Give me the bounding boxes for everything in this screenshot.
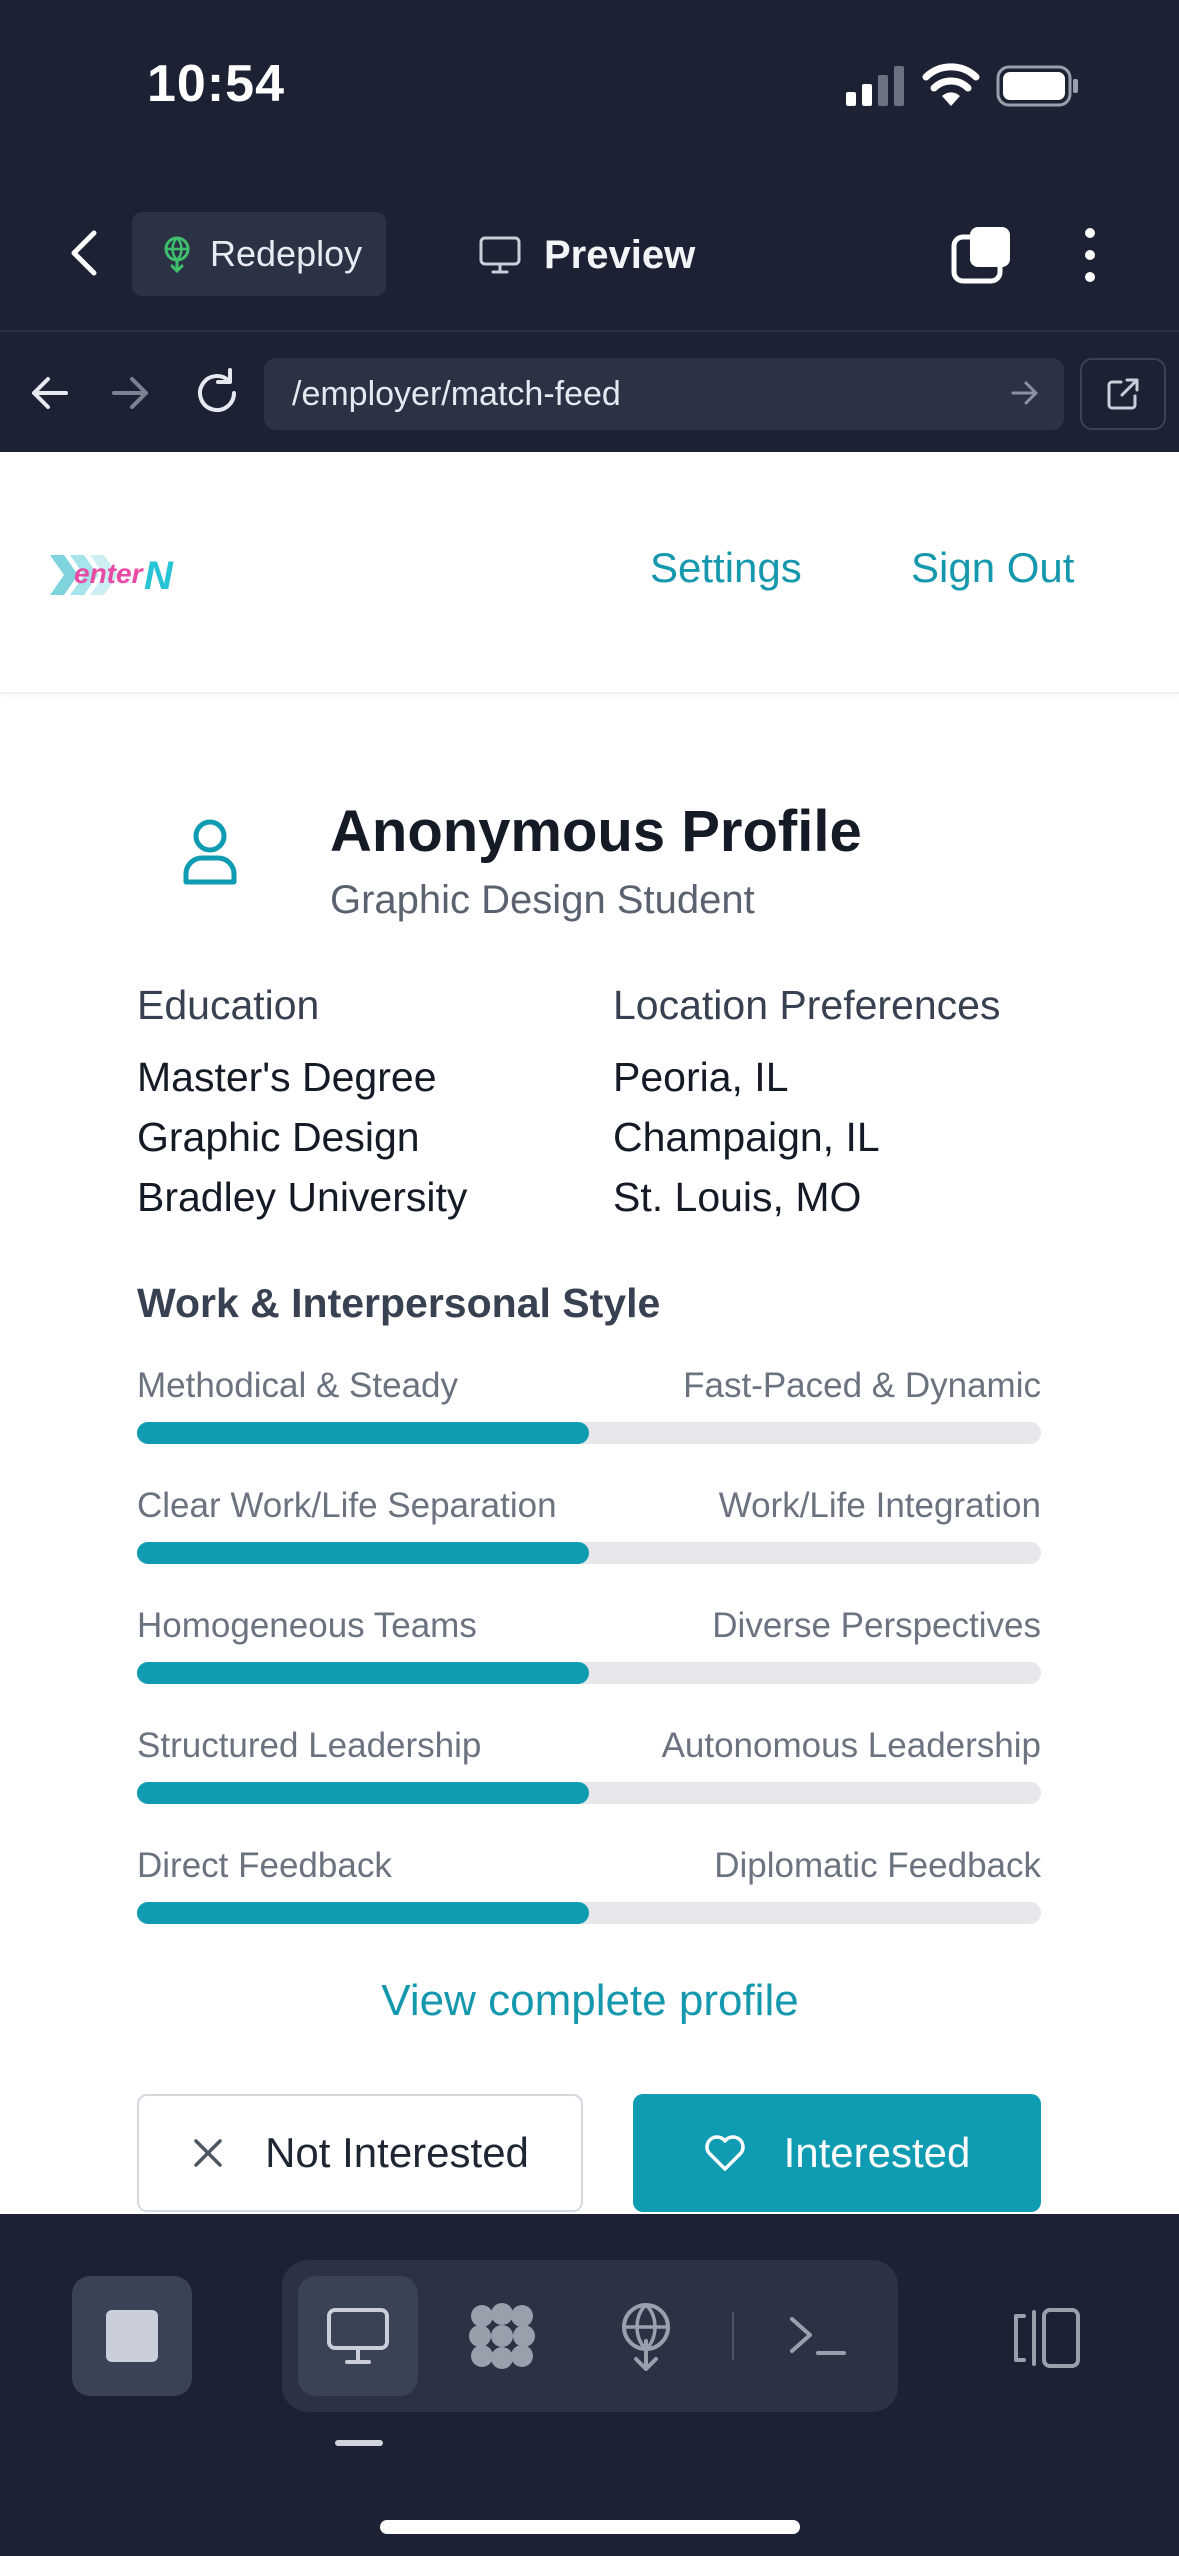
trait-left-label: Methodical & Steady [137,1366,459,1405]
tabs-switcher-icon[interactable] [950,225,1014,285]
dock-tool-group [282,2260,898,2412]
site-header: enter N Settings Sign Out [0,452,1179,694]
trait-fill [137,1782,589,1804]
trait-slider: Methodical & Steady Fast-Paced & Dynamic [137,1366,1041,1466]
work-style-heading: Work & Interpersonal Style [137,1280,661,1326]
close-x-icon [194,2139,222,2167]
trait-slider: Structured Leadership Autonomous Leaders… [137,1726,1041,1826]
profile-subtitle: Graphic Design Student [330,878,755,922]
trait-right-label: Diverse Perspectives [712,1606,1041,1645]
reload-icon[interactable] [190,366,244,420]
education-heading: Education [137,982,320,1028]
interested-button[interactable]: Interested [633,2094,1041,2212]
trait-fill [137,1422,589,1444]
profile-card: Anonymous Profile Graphic Design Student… [80,734,1100,2214]
trait-fill [137,1902,589,1924]
interested-label: Interested [783,2129,971,2176]
dock-preview-button[interactable] [298,2276,418,2396]
url-text: /employer/match-feed [292,374,621,413]
view-complete-profile-link[interactable]: View complete profile [80,1976,1100,2026]
trait-fill [137,1542,589,1564]
dock-separator [732,2312,734,2360]
settings-link[interactable]: Settings [650,544,802,592]
heart-icon [704,2135,745,2171]
not-interested-label: Not Interested [265,2129,529,2176]
status-bar: 10:54 [0,0,1179,175]
svg-text:N: N [144,554,174,598]
trait-left-label: Homogeneous Teams [137,1606,477,1645]
trait-track [137,1902,1041,1924]
wifi-icon [922,63,980,106]
user-avatar-icon [183,819,237,885]
nav-forward-arrow-icon[interactable] [108,370,154,416]
location-item: St. Louis, MO [613,1174,862,1220]
trait-slider: Direct Feedback Diplomatic Feedback [137,1846,1041,1946]
redeploy-label: Redeploy [210,233,363,274]
dock-deploy-button[interactable] [586,2276,706,2396]
stop-button[interactable] [72,2276,192,2396]
bottom-dock [0,2214,1179,2556]
trait-track [137,1662,1041,1684]
nav-back-arrow-icon[interactable] [26,370,72,416]
trait-track [137,1542,1041,1564]
terminal-prompt-icon [790,2317,846,2355]
redeploy-button[interactable]: Redeploy [132,212,386,296]
education-degree: Master's Degree [137,1054,437,1100]
active-tab-indicator [335,2440,383,2446]
trait-right-label: Diplomatic Feedback [714,1846,1041,1885]
trait-left-label: Clear Work/Life Separation [137,1486,557,1525]
battery-icon [996,65,1078,107]
trait-track [137,1422,1041,1444]
monitor-icon [327,2308,389,2364]
trait-left-label: Direct Feedback [137,1846,392,1885]
browser-url-bar: /employer/match-feed [0,330,1179,452]
trait-left-label: Structured Leadership [137,1726,482,1765]
preview-label: Preview [544,232,696,277]
status-time: 10:54 [147,55,285,113]
url-input[interactable]: /employer/match-feed [264,358,1064,430]
trait-track [137,1782,1041,1804]
home-indicator[interactable] [380,2520,800,2534]
dock-workflows-button[interactable] [442,2276,562,2396]
location-item: Champaign, IL [613,1114,880,1160]
trait-slider: Clear Work/Life Separation Work/Life Int… [137,1486,1041,1586]
dock-shell-button[interactable] [758,2276,878,2396]
trait-right-label: Work/Life Integration [718,1486,1041,1525]
go-arrow-icon[interactable] [1010,378,1040,408]
location-heading: Location Preferences [613,982,1001,1028]
external-link-icon [1107,378,1139,410]
education-school: Bradley University [137,1174,468,1220]
deploy-globe-icon [622,2303,670,2371]
app-toolbar: Redeploy Preview [0,175,1179,330]
trait-right-label: Autonomous Leadership [661,1726,1041,1765]
location-item: Peoria, IL [613,1054,789,1100]
trait-slider: Homogeneous Teams Diverse Perspectives [137,1606,1041,1706]
trait-right-label: Fast-Paced & Dynamic [683,1366,1041,1405]
side-panel-icon[interactable] [1010,2306,1082,2370]
workflow-dots-icon [469,2303,535,2369]
profile-title: Anonymous Profile [330,799,862,864]
monitor-icon [479,236,521,274]
back-chevron-icon[interactable] [60,227,110,279]
more-options-icon[interactable] [1070,225,1110,285]
sign-out-link[interactable]: Sign Out [911,544,1074,592]
stop-square-icon [106,2310,158,2362]
education-field: Graphic Design [137,1114,420,1160]
web-page: enter N Settings Sign Out Anonymous Prof… [0,452,1179,2214]
cellular-signal-icon [846,66,904,106]
svg-text:enter: enter [74,558,145,589]
not-interested-button[interactable]: Not Interested [137,2094,583,2212]
preview-tab[interactable]: Preview [478,227,695,283]
entern-logo[interactable]: enter N [48,547,188,603]
trait-fill [137,1662,589,1684]
deploy-globe-icon [164,236,190,273]
open-external-button[interactable] [1080,358,1166,430]
